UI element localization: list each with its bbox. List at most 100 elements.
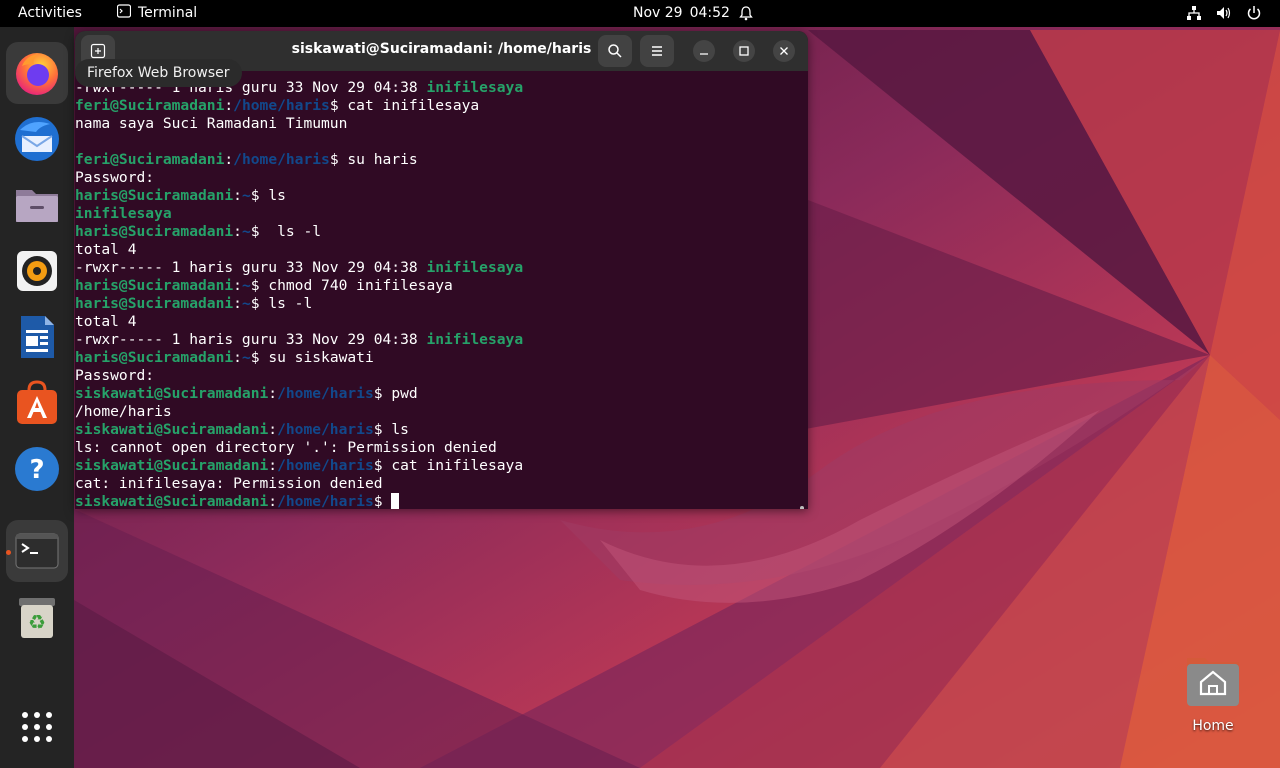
terminal-icon: [15, 533, 59, 569]
clock-date: Nov 29: [633, 5, 683, 21]
show-apps-button[interactable]: [6, 696, 68, 758]
dock-rhythmbox[interactable]: [6, 240, 68, 302]
terminal-text: /home/haris: [75, 403, 172, 420]
terminal-text: :: [233, 223, 242, 240]
maximize-icon: [739, 46, 749, 56]
app-menu-label: Terminal: [138, 5, 198, 21]
dock: ? ♻: [0, 27, 74, 768]
dock-thunderbird[interactable]: [6, 108, 68, 170]
writer-icon: [21, 316, 54, 358]
terminal-line: -rwxr----- 1 haris guru 33 Nov 29 04:38 …: [75, 331, 795, 349]
terminal-text: ls: cannot open directory '.': Permissio…: [75, 439, 497, 456]
terminal-text: :: [233, 295, 242, 312]
thunderbird-icon: [15, 117, 59, 161]
prompt-user: haris@Suciramadani: [75, 277, 234, 294]
app-grid-icon: [22, 712, 52, 742]
search-button[interactable]: [598, 35, 632, 67]
terminal-text: $ ls: [250, 187, 286, 204]
terminal-line: haris@Suciramadani:~$ ls -l: [75, 295, 795, 313]
terminal-line: cat: inifilesaya: Permission denied: [75, 475, 795, 493]
bell-icon[interactable]: [738, 5, 754, 25]
dock-writer[interactable]: [6, 306, 68, 368]
terminal-line: inifilesaya: [75, 205, 795, 223]
prompt-user: haris@Suciramadani: [75, 223, 234, 240]
terminal-text: $ cat inifilesaya: [329, 97, 480, 114]
terminal-text: $ ls: [373, 421, 409, 438]
terminal-line: total 4: [75, 241, 795, 259]
prompt-path: ~: [241, 277, 251, 294]
terminal-text: $ pwd: [373, 385, 418, 402]
file-name: inifilesaya: [75, 205, 172, 222]
terminal-text: $ ls -l: [250, 223, 322, 240]
prompt-user: siskawati@Suciramadani: [75, 385, 269, 402]
app-center-icon: [17, 380, 57, 424]
terminal-text: Password:: [75, 367, 155, 384]
system-menu[interactable]: [1186, 5, 1262, 25]
prompt-path: /home/haris: [277, 457, 374, 474]
prompt-path: /home/haris: [233, 151, 330, 168]
top-bar: Activities Terminal Nov 29 04:52: [0, 0, 1280, 27]
terminal-text: :: [224, 97, 234, 114]
terminal-line: haris@Suciramadani:~$ su siskawati: [75, 349, 795, 367]
prompt-path: /home/haris: [277, 385, 374, 402]
activities-button[interactable]: Activities: [18, 5, 82, 21]
terminal-cursor: [391, 493, 400, 509]
dock-firefox[interactable]: [6, 42, 68, 104]
terminal-text: :: [268, 421, 278, 438]
network-icon: [1186, 5, 1202, 25]
maximize-button[interactable]: [733, 40, 755, 62]
terminal-line: Password:: [75, 367, 795, 385]
terminal-text: :: [268, 385, 278, 402]
terminal-line: siskawati@Suciramadani:/home/haris$ pwd: [75, 385, 795, 403]
prompt-user: haris@Suciramadani: [75, 187, 234, 204]
volume-icon: [1216, 5, 1232, 25]
svg-text:♻: ♻: [28, 610, 46, 634]
file-name: inifilesaya: [426, 259, 524, 276]
dock-terminal[interactable]: [6, 520, 68, 582]
terminal-scrollbar[interactable]: [800, 506, 804, 509]
clock[interactable]: Nov 29 04:52: [633, 5, 730, 21]
file-name: inifilesaya: [426, 331, 524, 348]
terminal-text: :: [233, 187, 242, 204]
terminal-line: Password:: [75, 169, 795, 187]
terminal-text: $ su haris: [329, 151, 418, 168]
prompt-user: feri@Suciramadani: [75, 97, 225, 114]
terminal-window[interactable]: siskawati@Suciramadani: /home/haris -rwx…: [75, 31, 808, 509]
home-folder-icon: [1187, 658, 1239, 706]
prompt-path: ~: [241, 187, 251, 204]
minimize-icon: [700, 53, 708, 55]
prompt-user: haris@Suciramadani: [75, 295, 234, 312]
prompt-path: /home/haris: [277, 421, 374, 438]
close-button[interactable]: [773, 40, 795, 62]
dock-files[interactable]: [6, 174, 68, 236]
firefox-icon: [16, 53, 58, 95]
file-name: inifilesaya: [426, 79, 524, 96]
dock-app-center[interactable]: [6, 372, 68, 434]
terminal-text: Password:: [75, 169, 155, 186]
app-menu[interactable]: Terminal: [116, 4, 198, 22]
dock-trash[interactable]: ♻: [6, 586, 68, 648]
minimize-button[interactable]: [693, 40, 715, 62]
dock-help[interactable]: ?: [6, 438, 68, 500]
terminal-line: ls: cannot open directory '.': Permissio…: [75, 439, 795, 457]
files-icon: [16, 190, 58, 222]
prompt-path: ~: [241, 223, 251, 240]
prompt-path: ~: [241, 295, 251, 312]
terminal-line: nama saya Suci Ramadani Timumun: [75, 115, 795, 133]
help-icon: ?: [15, 447, 59, 491]
terminal-output: -rwxr----- 1 haris guru 33 Nov 29 04:38 …: [75, 79, 795, 509]
close-icon: [780, 47, 788, 55]
terminal-text: cat: inifilesaya: Permission denied: [75, 475, 383, 492]
terminal-text: :: [268, 457, 278, 474]
desktop-home-label: Home: [1192, 718, 1234, 734]
dock-tooltip: Firefox Web Browser: [75, 59, 242, 87]
desktop-home-icon[interactable]: Home: [1180, 652, 1246, 734]
terminal-content[interactable]: -rwxr----- 1 haris guru 33 Nov 29 04:38 …: [75, 71, 808, 509]
clock-time: 04:52: [689, 5, 730, 21]
terminal-line: haris@Suciramadani:~$ ls -l: [75, 223, 795, 241]
terminal-running-indicator: [6, 550, 11, 555]
menu-button[interactable]: [640, 35, 674, 67]
terminal-app-icon: [116, 4, 132, 22]
trash-icon: ♻: [19, 598, 55, 638]
